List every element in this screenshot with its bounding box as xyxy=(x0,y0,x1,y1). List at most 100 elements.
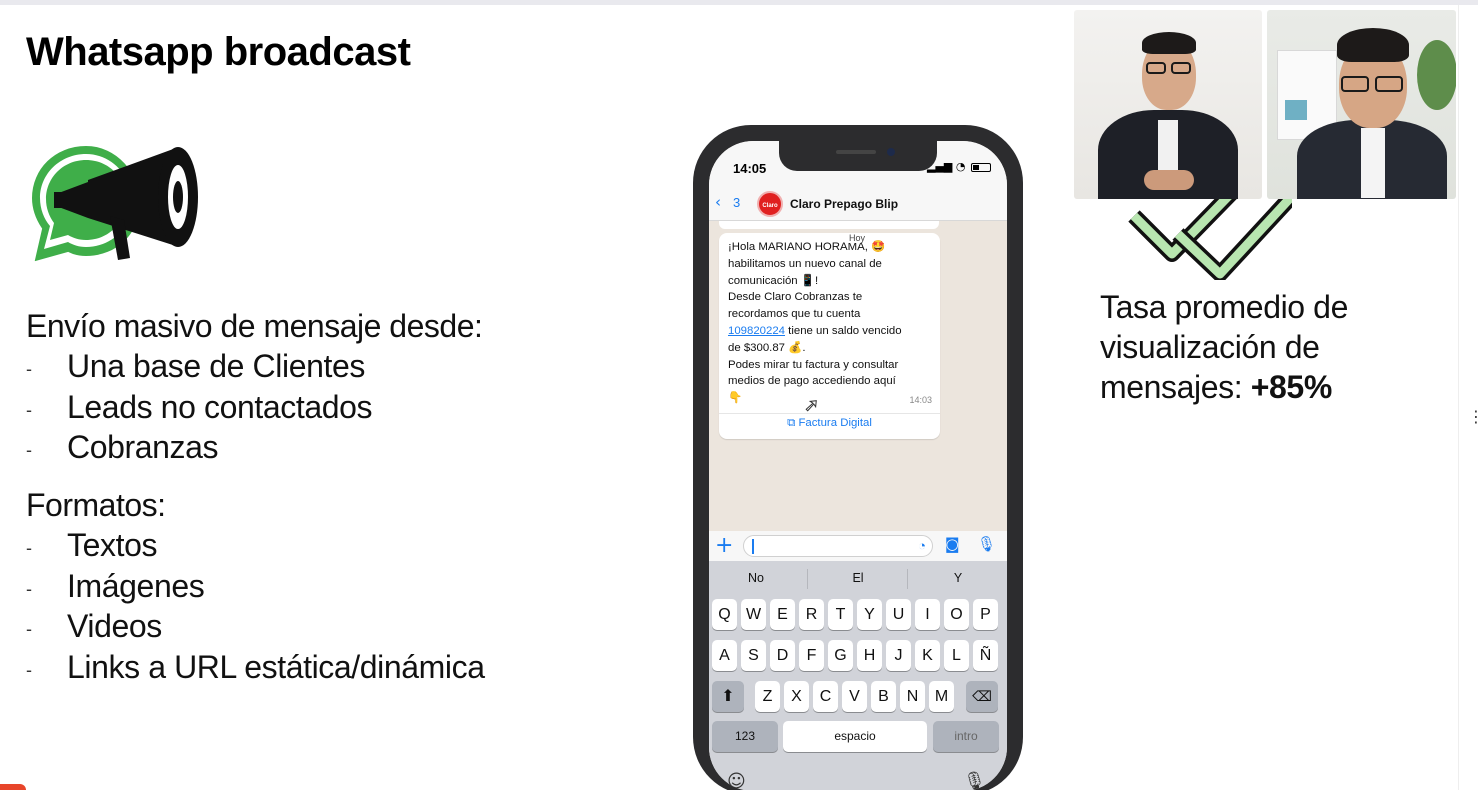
key[interactable]: Z xyxy=(755,681,780,712)
message-line: 👇 xyxy=(728,392,743,405)
microphone-icon[interactable]: 🎙 xyxy=(977,535,996,553)
attach-plus-icon[interactable]: + xyxy=(715,533,733,558)
list-item: - Links a URL estática/dinámica xyxy=(26,648,485,685)
divider xyxy=(719,413,940,414)
key[interactable]: T xyxy=(828,599,853,630)
message-time: 14:03 xyxy=(909,395,932,405)
factura-digital-button[interactable]: ⧉ Factura Digital xyxy=(719,417,940,430)
camera-icon[interactable]: ◙ xyxy=(945,535,960,553)
phone-mockup: 14:05 ▂▄▆ ◔ ‹ 3 Claro Claro Prepago Blip… xyxy=(693,125,1023,790)
previous-message-bubble xyxy=(719,221,939,229)
key[interactable]: R xyxy=(799,599,824,630)
account-link[interactable]: 109820224 xyxy=(728,325,785,337)
dictation-mic-icon[interactable]: 🎙 xyxy=(963,771,986,790)
sticker-icon[interactable]: ◔ xyxy=(918,538,926,553)
key[interactable]: K xyxy=(915,640,940,671)
video-tile-participant-1[interactable] xyxy=(1074,10,1262,199)
space-key[interactable]: espacio xyxy=(783,721,927,752)
chat-area: Hoy ¡Hola MARIANO HORAMA, 🤩 habilitamos … xyxy=(709,221,1007,531)
more-options-icon[interactable]: ⋮ xyxy=(1468,409,1478,425)
stat-line: visualización de xyxy=(1100,329,1320,365)
return-key[interactable]: intro xyxy=(933,721,999,752)
section-heading: Envío masivo de mensaje desde: xyxy=(26,308,483,344)
section-sources: Envío masivo de mensaje desde: - Una base… xyxy=(26,306,483,468)
corner-brand-mark xyxy=(0,784,26,790)
contact-name[interactable]: Claro Prepago Blip xyxy=(790,197,898,211)
message-input[interactable]: ◔ xyxy=(743,535,933,557)
key[interactable]: O xyxy=(944,599,969,630)
key[interactable]: W xyxy=(741,599,766,630)
person-hair xyxy=(1142,32,1196,54)
key[interactable]: I xyxy=(915,599,940,630)
message-line: habilitamos un nuevo canal de xyxy=(728,257,882,270)
slide-title: Whatsapp broadcast xyxy=(26,30,411,74)
numbers-key[interactable]: 123 xyxy=(712,721,778,752)
suggestion-bar: No El Y xyxy=(709,561,1007,597)
list-item: - Leads no contactados xyxy=(26,388,373,425)
video-tile-participant-2[interactable] xyxy=(1267,10,1456,199)
key[interactable]: H xyxy=(857,640,882,671)
key[interactable]: Y xyxy=(857,599,882,630)
suggestion-item[interactable]: No xyxy=(711,571,801,585)
shirt xyxy=(1361,128,1385,198)
key[interactable]: P xyxy=(973,599,998,630)
key[interactable]: S xyxy=(741,640,766,671)
key[interactable]: D xyxy=(770,640,795,671)
message-line: 109820224 tiene un saldo vencido xyxy=(728,324,902,337)
backspace-key-icon[interactable]: ⌫ xyxy=(966,681,998,712)
suggestion-item[interactable]: Y xyxy=(913,571,1003,585)
list-item: - Una base de Clientes xyxy=(26,348,365,384)
key[interactable]: U xyxy=(886,599,911,630)
key[interactable]: V xyxy=(842,681,867,712)
list-item: - Videos xyxy=(26,608,162,644)
suggestion-item[interactable]: El xyxy=(813,571,903,585)
key[interactable]: E xyxy=(770,599,795,630)
key[interactable]: X xyxy=(784,681,809,712)
message-line: medios de pago accediendo aquí xyxy=(728,375,896,388)
key[interactable]: A xyxy=(712,640,737,671)
clock: 14:05 xyxy=(733,161,767,176)
stat-line: mensajes: +85% xyxy=(1100,369,1333,405)
key[interactable]: M xyxy=(929,681,954,712)
key[interactable]: N xyxy=(900,681,925,712)
hands xyxy=(1144,170,1194,190)
message-input-bar: + ◔ ◙ 🎙 xyxy=(709,531,1007,561)
person-hair xyxy=(1337,28,1409,62)
onscreen-keyboard: No El Y Q W E R T Y U I O P A S D F G H … xyxy=(709,561,1007,790)
key[interactable]: F xyxy=(799,640,824,671)
signal-wifi-battery-icon: ▂▄▆ ◔ xyxy=(927,160,991,173)
key[interactable]: L xyxy=(944,640,969,671)
whatsapp-megaphone-icon xyxy=(27,141,198,267)
key[interactable]: J xyxy=(886,640,911,671)
glasses xyxy=(1375,76,1403,92)
back-count[interactable]: 3 xyxy=(733,195,740,210)
back-chevron-icon[interactable]: ‹ xyxy=(715,193,721,211)
message-line: comunicación 📱! xyxy=(728,274,819,287)
stat-line: Tasa promedio de xyxy=(1100,289,1348,325)
section-formats: Formatos: - Textos - Imágenes - Videos - Lin… xyxy=(26,485,485,687)
message-line: Podes mirar tu factura y consultar xyxy=(728,358,899,371)
key[interactable]: Q xyxy=(712,599,737,630)
glasses xyxy=(1341,76,1369,92)
view-rate-stat: Tasa promedio de visualización de mensaj… xyxy=(1100,287,1348,407)
text-caret xyxy=(752,539,754,554)
key[interactable]: G xyxy=(828,640,853,671)
list-item: - Cobranzas xyxy=(26,429,219,465)
chat-header: ‹ 3 Claro Claro Prepago Blip xyxy=(709,187,1007,221)
message-line: ¡Hola MARIANO HORAMA, 🤩 xyxy=(728,241,886,253)
phone-screen: 14:05 ▂▄▆ ◔ ‹ 3 Claro Claro Prepago Blip… xyxy=(709,141,1007,790)
stat-value: +85% xyxy=(1250,369,1333,405)
glasses xyxy=(1171,62,1191,74)
key[interactable]: Ñ xyxy=(973,640,998,671)
avatar[interactable]: Claro xyxy=(757,191,783,217)
shift-key-icon[interactable]: ⬆ xyxy=(712,681,744,712)
emoji-key-icon[interactable]: ☺ xyxy=(727,771,746,790)
message-line: de $300.87 💰. xyxy=(728,341,806,354)
key[interactable]: C xyxy=(813,681,838,712)
background-plant xyxy=(1417,40,1456,110)
top-bar xyxy=(0,0,1478,5)
list-item: - Textos xyxy=(26,527,158,563)
date-chip: Hoy xyxy=(847,233,868,243)
side-panel-strip xyxy=(1458,5,1478,790)
key[interactable]: B xyxy=(871,681,896,712)
